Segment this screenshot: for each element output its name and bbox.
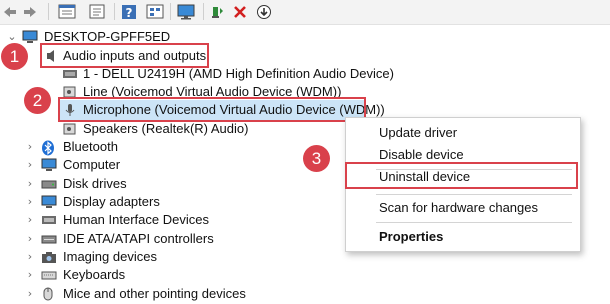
chevron-right-icon[interactable]: › xyxy=(25,247,35,267)
delete-x-icon[interactable] xyxy=(232,3,248,20)
chevron-right-icon[interactable]: › xyxy=(25,229,35,249)
chevron-right-icon[interactable]: › xyxy=(25,137,35,157)
highlight-box-uninstall xyxy=(345,162,578,189)
chevron-right-icon[interactable]: › xyxy=(25,265,35,285)
tree-item-keyboards[interactable]: › Keyboards xyxy=(0,265,300,285)
category-label: Bluetooth xyxy=(63,139,118,154)
category-label: Imaging devices xyxy=(63,249,157,264)
category-label: Display adapters xyxy=(63,194,160,209)
category-label: IDE ATA/ATAPI controllers xyxy=(63,231,214,246)
tree-item-display-adapters[interactable]: › Display adapters xyxy=(0,192,300,212)
category-label: Human Interface Devices xyxy=(63,212,209,227)
monitor-icon[interactable] xyxy=(176,3,196,20)
document-icon[interactable] xyxy=(88,3,106,20)
category-label: Mice and other pointing devices xyxy=(63,286,246,301)
back-arrow-icon[interactable] xyxy=(2,3,18,20)
category-label: Disk drives xyxy=(63,176,127,191)
grid-view-icon[interactable] xyxy=(146,3,164,20)
tree-item-audio-child[interactable]: Speakers (Realtek(R) Audio) xyxy=(0,119,300,139)
computer-icon xyxy=(41,158,57,172)
mouse-icon xyxy=(41,287,57,301)
category-label: Computer xyxy=(63,157,121,172)
toolbar: ? xyxy=(0,0,610,25)
hid-icon xyxy=(41,213,57,227)
chevron-right-icon[interactable]: › xyxy=(25,155,35,175)
computer-icon xyxy=(22,30,38,44)
speaker-device-icon xyxy=(62,122,78,136)
category-label: Keyboards xyxy=(63,267,126,282)
tree-item-mice[interactable]: › Mice and other pointing devices xyxy=(0,284,300,304)
tree-item-computer[interactable]: › Computer xyxy=(0,155,300,175)
download-icon[interactable] xyxy=(256,3,272,20)
tree-item-audio-child[interactable]: 1 - DELL U2419H (AMD High Definition Aud… xyxy=(0,64,394,84)
tree-item-human-interface-devices[interactable]: › Human Interface Devices xyxy=(0,210,300,230)
menu-separator xyxy=(376,194,572,195)
audio-child-label: Speakers (Realtek(R) Audio) xyxy=(83,121,249,136)
ide-controller-icon xyxy=(41,232,57,246)
callout-badge-3: 3 xyxy=(303,145,330,172)
menu-item-properties[interactable]: Properties xyxy=(346,226,580,248)
chevron-right-icon[interactable]: › xyxy=(25,174,35,194)
tree-item-bluetooth[interactable]: › Bluetooth xyxy=(0,137,300,157)
menu-item-scan-hardware[interactable]: Scan for hardware changes xyxy=(346,197,580,219)
camera-icon xyxy=(41,250,57,264)
help-icon[interactable]: ? xyxy=(120,3,138,20)
tree-item-imaging-devices[interactable]: › Imaging devices xyxy=(0,247,300,267)
forward-arrow-icon[interactable] xyxy=(22,3,38,20)
keyboard-icon xyxy=(41,268,57,282)
tree-item-disk-drives[interactable]: › Disk drives xyxy=(0,174,300,194)
properties-grid-icon[interactable] xyxy=(58,3,76,20)
tree-item-ide-ata-atapi[interactable]: › IDE ATA/ATAPI controllers xyxy=(0,229,300,249)
audio-device-icon xyxy=(62,67,78,81)
display-adapter-icon xyxy=(41,195,57,209)
svg-text:?: ? xyxy=(126,6,133,20)
audio-child-label: 1 - DELL U2419H (AMD High Definition Aud… xyxy=(83,66,394,81)
chevron-right-icon[interactable]: › xyxy=(25,210,35,230)
menu-item-update-driver[interactable]: Update driver xyxy=(346,122,580,144)
disk-drive-icon xyxy=(41,177,57,191)
callout-badge-2: 2 xyxy=(24,87,51,114)
chevron-right-icon[interactable]: › xyxy=(25,284,35,304)
bluetooth-icon xyxy=(41,140,57,156)
chevron-right-icon[interactable]: › xyxy=(25,192,35,212)
menu-separator xyxy=(376,222,572,223)
update-driver-icon[interactable] xyxy=(209,3,225,20)
